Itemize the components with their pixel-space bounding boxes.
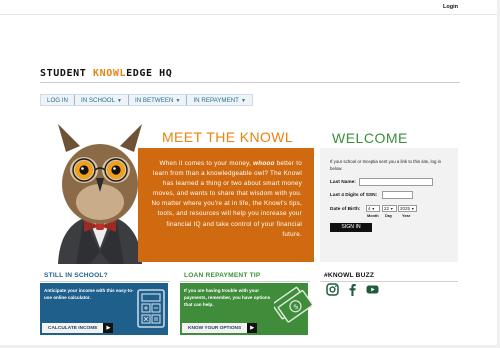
knowl-buzz-heading: #KNOWL BUZZ [324, 272, 375, 279]
instagram-icon[interactable] [326, 283, 339, 296]
top-divider [0, 14, 500, 15]
chevron-down-icon: ▼ [175, 98, 181, 104]
nav-item-label: LOG IN [47, 97, 68, 104]
chevron-down-icon: ▼ [411, 207, 415, 211]
calculate-income-button[interactable]: CALCULATE INCOME ▶ [42, 323, 114, 333]
meet-the-knowl-panel: When it comes to your money, whooo bette… [138, 148, 314, 262]
still-in-school-rule [40, 281, 170, 282]
still-in-school-heading: STILL IN SCHOOL? [44, 272, 108, 279]
calculate-income-label: CALCULATE INCOME [48, 325, 98, 331]
chevron-down-icon: ▼ [117, 98, 122, 104]
play-arrow-icon: ▶ [103, 323, 114, 333]
know-your-options-label: KNOW YOUR OPTIONS [188, 325, 242, 331]
dob-year-value: 2025 [400, 206, 411, 211]
ssn-label: Last 4 Digits of SSN: [330, 193, 378, 198]
dob-year-caption: Year [402, 213, 411, 218]
still-in-school-card: Anticipate your income with this easy-to… [40, 283, 168, 335]
nav-item-log-in[interactable]: LOG IN [41, 95, 75, 105]
play-arrow-icon: ▶ [247, 323, 258, 333]
dob-day-value: 22 [384, 206, 390, 211]
dob-day-caption: Day [385, 213, 393, 218]
loan-repayment-tip-card: If you are having trouble with your paym… [180, 283, 312, 335]
money-bills-icon: $ [274, 286, 312, 323]
dob-year-select[interactable]: 2025▼ [398, 205, 417, 212]
nav-item-label: IN BETWEEN [134, 97, 174, 104]
meet-text-emphasis: whooo [253, 160, 275, 167]
calculator-icon [137, 289, 165, 328]
social-links [326, 283, 379, 296]
nav-item-label: IN SCHOOL [80, 97, 116, 104]
logo-text-student: STUDENT [40, 68, 93, 79]
login-link[interactable]: Login [443, 4, 458, 10]
logo-rule [40, 82, 460, 83]
nav-item-in-school[interactable]: IN SCHOOL ▼ [75, 95, 129, 105]
meet-the-knowl-title: MEET THE KNOWL [162, 129, 294, 145]
logo-text-edge: EDGE HQ [126, 68, 173, 79]
welcome-title: WELCOME [332, 130, 408, 146]
main-nav: LOG IN IN SCHOOL ▼ IN BETWEEN ▼ IN REPAYME… [40, 94, 253, 106]
last-name-label: Last Name: [330, 180, 356, 185]
ssn-field[interactable] [382, 191, 413, 199]
nav-item-in-repayment[interactable]: IN REPAYMENT ▼ [187, 95, 251, 105]
loan-repayment-tip-text: If you are having trouble with your paym… [184, 288, 271, 307]
dob-month-caption: Month [367, 213, 379, 218]
login-intro-text: If your school or Inceptia sent you a li… [330, 159, 442, 171]
meet-the-knowl-text: When it comes to your money, whooo bette… [150, 159, 302, 240]
last-name-field[interactable] [359, 178, 433, 186]
chevron-down-icon: ▼ [390, 207, 394, 211]
chevron-down-icon: ▼ [240, 98, 246, 104]
youtube-icon[interactable] [366, 283, 379, 296]
meet-text-after: better to learn from than a knowledgeabl… [151, 160, 302, 238]
sign-in-button[interactable]: SIGN IN [330, 223, 372, 232]
top-bar: Login [0, 0, 500, 14]
dob-label: Date of Birth: [330, 207, 361, 212]
logo-text-knowl: KNOWL [92, 68, 127, 79]
dob-month-select[interactable]: 4▼ [366, 205, 380, 212]
still-in-school-text: Anticipate your income with this easy-to… [44, 288, 134, 300]
dob-month-value: 4 [368, 206, 371, 211]
chevron-down-icon: ▼ [371, 207, 376, 211]
site-logo[interactable]: STUDENT KNOWLEDGE HQ [40, 68, 460, 83]
know-your-options-button[interactable]: KNOW YOUR OPTIONS ▶ [182, 323, 258, 333]
dob-day-select[interactable]: 22▼ [382, 205, 397, 212]
nav-item-label: IN REPAYMENT [193, 97, 239, 104]
meet-text-before: When it comes to your money, [159, 160, 254, 167]
loan-repayment-tip-heading: LOAN REPAYMENT TIP [184, 272, 261, 279]
nav-item-in-between[interactable]: IN BETWEEN ▼ [129, 95, 188, 105]
facebook-icon[interactable] [346, 283, 359, 296]
knowl-buzz-rule [320, 281, 458, 282]
loan-repayment-tip-rule [180, 281, 310, 282]
